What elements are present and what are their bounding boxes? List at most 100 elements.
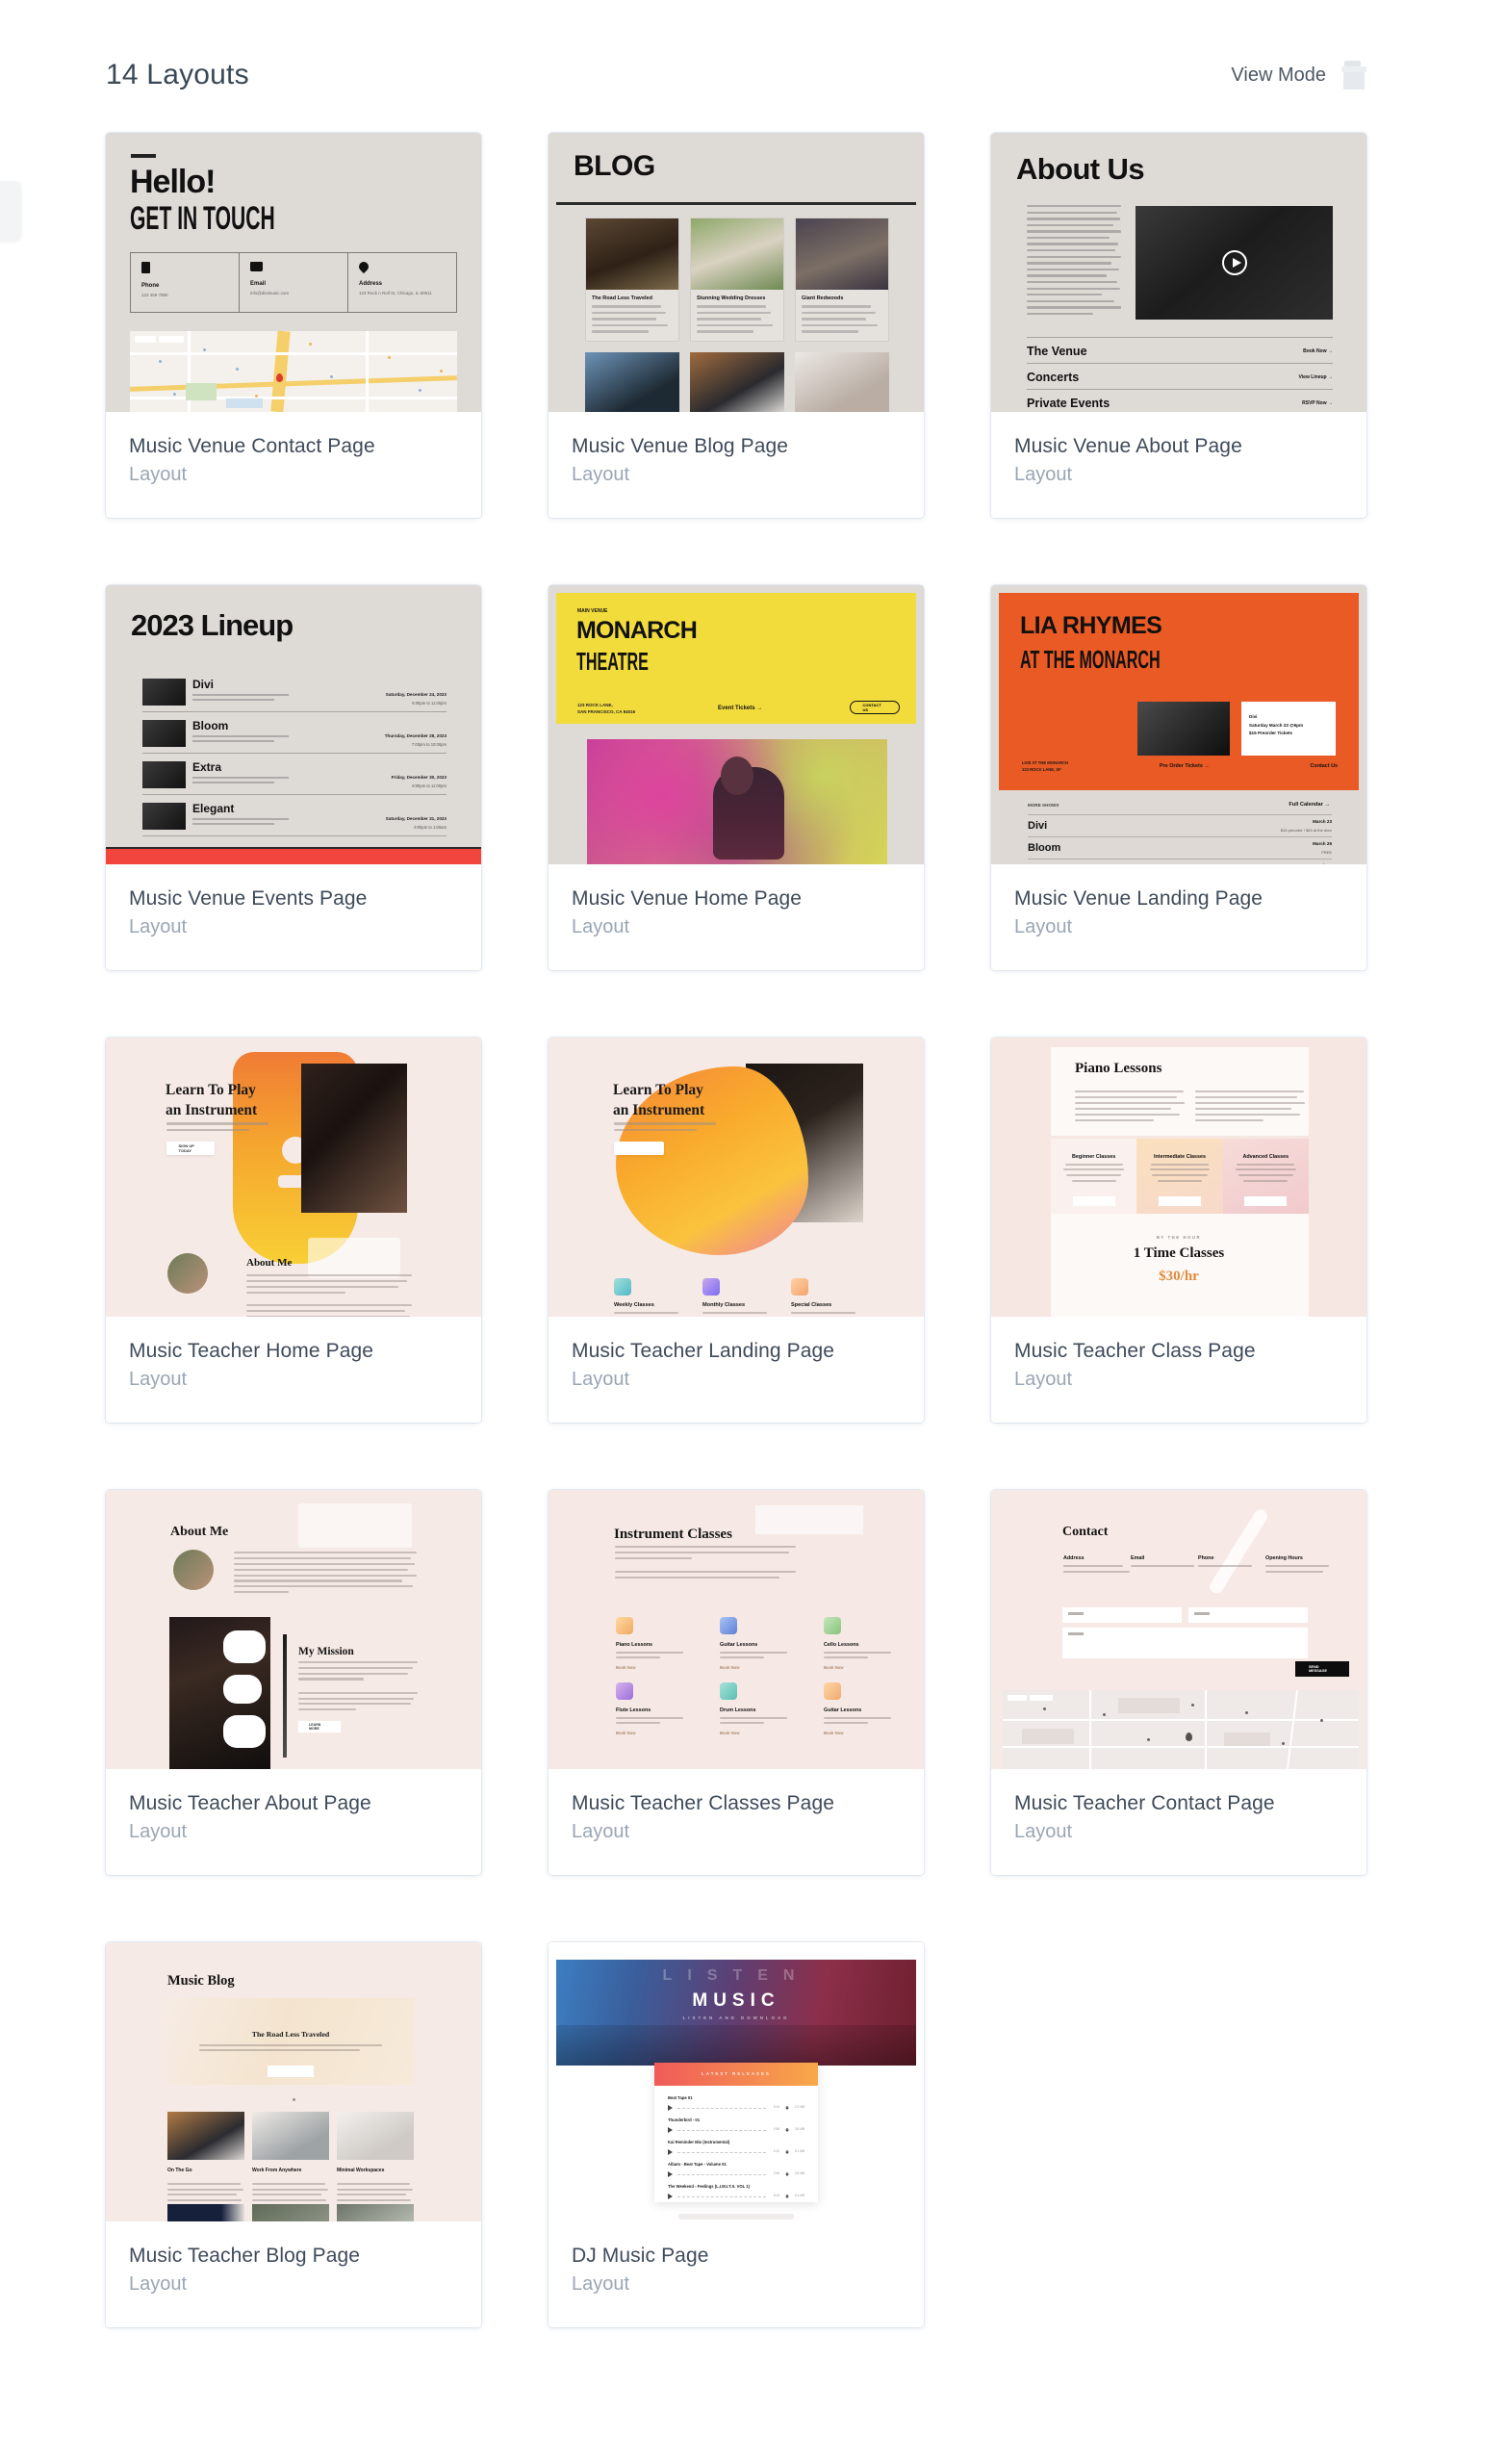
play-icon[interactable] [1221, 250, 1247, 275]
avatar [173, 1550, 214, 1590]
view-mode-control[interactable]: View Mode [1231, 61, 1366, 90]
grid-view-icon[interactable] [1341, 61, 1366, 90]
layout-card[interactable]: Hello! GET IN TOUCH Phone 123 456 7890 E… [106, 133, 481, 518]
download-icon[interactable] [785, 2150, 789, 2154]
map-preview [130, 331, 457, 412]
layout-title: Music Venue Landing Page [1014, 887, 1264, 910]
message-input[interactable] [1062, 1628, 1308, 1658]
blog-post-card[interactable]: Minimal Workspaces [337, 2112, 414, 2206]
layout-thumbnail-teacher-class: Piano Lessons Beginner Classes Intermedi… [991, 1038, 1366, 1317]
feature-item: Weekly Classes [614, 1278, 681, 1317]
play-icon[interactable] [668, 2194, 673, 2199]
layout-card[interactable]: Instrument Classes Piano Lessons Book No… [549, 1490, 924, 1875]
layout-card[interactable]: Contact Address Email Phone Opening Hour… [991, 1490, 1366, 1875]
class-tier[interactable]: Beginner Classes [1051, 1139, 1137, 1214]
thumb-nav-link[interactable]: Event Tickets → [718, 706, 762, 711]
full-calendar-link[interactable]: Full Calendar → [1289, 802, 1330, 808]
layout-card[interactable]: 2023 Lineup Divi Saturday, December 24, … [106, 585, 481, 970]
thumb-heading: 2023 Lineup [131, 608, 294, 642]
layout-card[interactable]: BLOG The Road Less Traveled Stunning Wed… [549, 133, 924, 518]
track-row[interactable]: Beat Tape 01 3:24 4.2 MB [668, 2095, 804, 2111]
book-now-button[interactable] [1244, 1196, 1288, 1206]
class-link[interactable]: Book Now [616, 1665, 687, 1670]
play-icon[interactable] [668, 2171, 673, 2177]
book-now-button[interactable] [1072, 1196, 1115, 1206]
class-tier[interactable]: Advanced Classes [1222, 1139, 1309, 1214]
sidebar-collapse-tab[interactable] [0, 181, 21, 241]
name-input[interactable] [1062, 1607, 1182, 1623]
play-icon[interactable] [668, 2149, 673, 2155]
contact-button[interactable]: CONTACT US [850, 701, 900, 714]
info-label: Phone [141, 283, 160, 289]
feature-title: Special Classes [791, 1302, 832, 1308]
signup-button[interactable]: SIGN UP TODAY [166, 1142, 215, 1155]
send-message-button[interactable]: SEND MESSAGE [1295, 1661, 1349, 1677]
download-icon[interactable] [785, 2128, 789, 2132]
about-paragraph [1027, 205, 1121, 319]
layout-card[interactable]: Learn To Play an Instrument Weekly Classe… [549, 1038, 924, 1423]
class-item[interactable]: Guitar Lessons Book Now [824, 1682, 895, 1735]
download-icon[interactable] [785, 2106, 789, 2110]
layout-card[interactable]: About Us The Venue Book Now → Concerts V… [991, 133, 1366, 518]
class-item[interactable]: Guitar Lessons Book Now [720, 1617, 791, 1670]
layout-card-meta: Music Venue About Page Layout [991, 412, 1366, 518]
carousel-dot[interactable] [292, 2098, 295, 2101]
info-label: Address [359, 281, 383, 287]
download-icon[interactable] [785, 2172, 789, 2176]
guitar-photo [301, 1064, 407, 1213]
layout-thumbnail-about: About Us The Venue Book Now → Concerts V… [991, 133, 1366, 412]
class-link[interactable]: Book Now [720, 1731, 791, 1735]
about-link-row[interactable]: The Venue Book Now → [1027, 337, 1333, 358]
class-link[interactable]: Book Now [824, 1665, 895, 1670]
blog-post-card[interactable]: Work From Anywhere [252, 2112, 329, 2206]
layout-subtitle: Layout [572, 464, 630, 486]
event-callout: Divi Saturday March 23 @6pm $15 Preorder… [1241, 702, 1336, 756]
book-now-button[interactable] [1158, 1196, 1201, 1206]
about-link-row[interactable]: Concerts View Lineup → [1027, 363, 1333, 384]
learn-more-button[interactable]: LEARN MORE [298, 1721, 341, 1732]
piano-lesson-icon [616, 1617, 633, 1634]
class-item[interactable]: Cello Lessons Book Now [824, 1617, 895, 1670]
preorder-link[interactable]: Pre Order Tickets → [1160, 763, 1210, 769]
layout-card[interactable]: MAIN VENUE MONARCH THEATRE 123 ROCK LANE… [549, 585, 924, 970]
about-link-row[interactable]: Private Events RSVP Now → [1027, 389, 1333, 410]
track-row[interactable]: The Weekend - Feelings (L.I.M.I.T.S. VOL… [668, 2184, 804, 2199]
track-row[interactable]: Album - Beat Tape - Volume 01 3:45 4.6 M… [668, 2162, 804, 2177]
mission-paragraph [298, 1661, 418, 1714]
hero-subtitle: LISTEN AND DOWNLOAD [682, 2015, 790, 2020]
download-icon[interactable] [785, 2194, 789, 2198]
layout-card[interactable]: Piano Lessons Beginner Classes Intermedi… [991, 1038, 1366, 1423]
layout-card[interactable]: Learn To Play an Instrument SIGN UP TODAY… [106, 1038, 481, 1423]
class-link[interactable]: Book Now [616, 1731, 687, 1735]
contact-link[interactable]: Contact Us [1311, 763, 1338, 769]
field-label: Phone [1198, 1555, 1214, 1561]
class-item[interactable]: Flute Lessons Book Now [616, 1682, 687, 1735]
layout-card-meta: Music Teacher Contact Page Layout [991, 1769, 1366, 1875]
featured-post[interactable]: The Road Less Traveled [167, 1998, 414, 2085]
layout-card[interactable]: LISTEN MUSIC LISTEN AND DOWNLOAD LATEST … [549, 1942, 924, 2327]
class-link[interactable]: Book Now [824, 1731, 895, 1735]
layout-card[interactable]: About Me My Mission LEARN MORE Music Tea… [106, 1490, 481, 1875]
track-name: Kai Reminder Mix (Instrumental) [668, 2140, 730, 2144]
layouts-grid: Hello! GET IN TOUCH Phone 123 456 7890 E… [106, 133, 1376, 2327]
video-thumbnail[interactable] [1136, 206, 1333, 320]
track-row[interactable]: Thunderbird - 01 2:58 3.8 MB [668, 2118, 804, 2133]
event-row: Bloom Thursday, December 28, 2023 7:00pm… [142, 717, 447, 754]
class-tier[interactable]: Intermediate Classes [1136, 1139, 1223, 1214]
track-row[interactable]: Kai Reminder Mix (Instrumental) 4:12 5.1… [668, 2140, 804, 2155]
track-time: 3:45 [773, 2171, 779, 2175]
play-icon[interactable] [668, 2105, 673, 2111]
layout-card[interactable]: Music Blog The Road Less Traveled On The… [106, 1942, 481, 2327]
row-action: View Lineup → [1298, 374, 1333, 380]
class-item[interactable]: Drum Lessons Book Now [720, 1682, 791, 1735]
layout-card-meta: Music Venue Events Page Layout [106, 864, 481, 970]
email-input[interactable] [1188, 1607, 1308, 1623]
layout-card[interactable]: LIA RHYMES AT THE MONARCH Divi Saturday … [991, 585, 1366, 970]
play-icon[interactable] [668, 2127, 673, 2133]
pricing-panel [1051, 1214, 1309, 1317]
class-link[interactable]: Book Now [720, 1665, 791, 1670]
read-more-button[interactable] [268, 2066, 314, 2077]
signup-button[interactable] [614, 1142, 664, 1155]
class-item[interactable]: Piano Lessons Book Now [616, 1617, 687, 1670]
blog-post-card[interactable]: On The Go [167, 2112, 244, 2206]
